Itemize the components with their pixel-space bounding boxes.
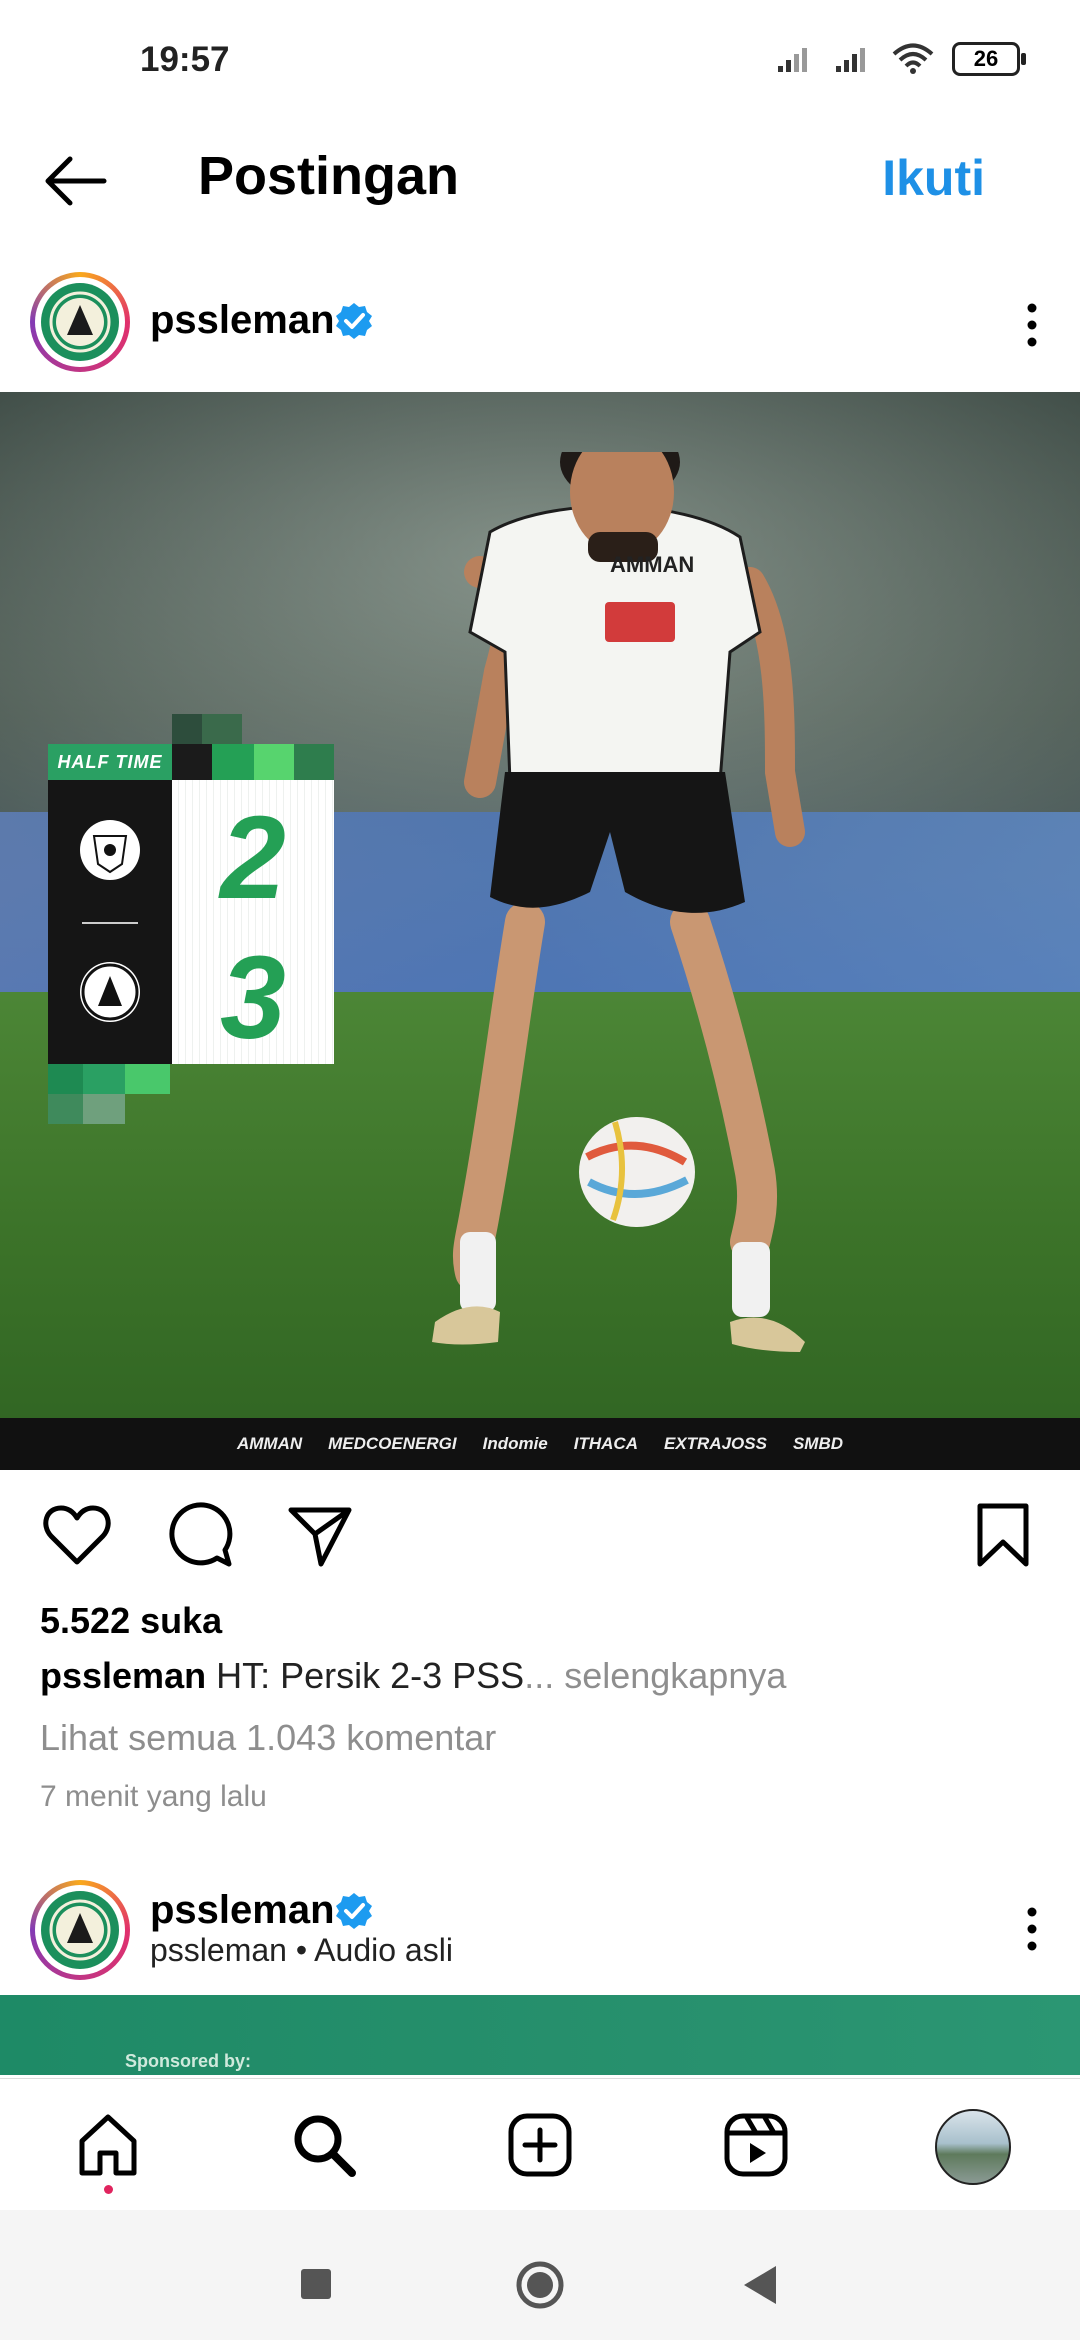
system-navigation xyxy=(0,2210,1080,2340)
post-timestamp: 7 menit yang lalu xyxy=(40,1780,267,1813)
divider xyxy=(82,922,138,924)
status-time: 19:57 xyxy=(140,40,230,79)
reels-icon[interactable] xyxy=(722,2111,790,2179)
bottom-navigation xyxy=(0,2078,1080,2209)
search-icon[interactable] xyxy=(290,2111,358,2179)
avatar[interactable] xyxy=(30,1880,130,1980)
post-header: pssleman xyxy=(0,262,1080,382)
decor-square xyxy=(48,1094,83,1124)
sponsor-logo: EXTRAJOSS xyxy=(663,1434,767,1453)
decor-square xyxy=(172,714,202,744)
sponsored-text: Sponsored by: xyxy=(125,2051,252,2071)
home-score: 2 xyxy=(220,792,286,924)
more-vertical-icon[interactable] xyxy=(1024,300,1040,350)
back-button-icon[interactable] xyxy=(742,2264,778,2306)
decor-square xyxy=(212,744,254,780)
post-caption[interactable]: pssleman HT: Persik 2-3 PSS... selengkap… xyxy=(40,1655,786,1697)
signal-icon-2 xyxy=(836,48,865,72)
player-figure: AMMAN xyxy=(432,452,805,1352)
halftime-scorecard: HALF TIME 2 3 xyxy=(48,744,334,1064)
post-image[interactable]: HALF TIME 2 3 AMMAN AMMAN MEDCOENERGI In… xyxy=(0,392,1080,1470)
decor-square xyxy=(172,744,212,780)
score-column: 2 3 xyxy=(172,780,334,1064)
away-score: 3 xyxy=(220,932,286,1064)
send-icon[interactable] xyxy=(285,1500,355,1570)
sponsor-bar: AMMAN MEDCOENERGI Indomie ITHACA EXTRAJO… xyxy=(0,1418,1080,1470)
sponsor-logo: AMMAN xyxy=(236,1434,303,1453)
battery-indicator: 26 xyxy=(952,42,1026,76)
decor-square xyxy=(125,1064,170,1094)
status-bar: 19:57 26 xyxy=(0,0,1080,125)
wifi-icon xyxy=(892,43,934,74)
halftime-label: HALF TIME xyxy=(48,744,172,780)
decor-square xyxy=(83,1064,125,1094)
post-actions xyxy=(0,1490,1080,1580)
audio-subtitle[interactable]: pssleman • Audio asli xyxy=(150,1932,453,1969)
decor-square xyxy=(83,1094,125,1124)
like-count[interactable]: 5.522 suka xyxy=(40,1600,222,1642)
view-comments-link[interactable]: Lihat semua 1.043 komentar xyxy=(40,1717,496,1759)
decor-square xyxy=(254,744,294,780)
signal-icon xyxy=(778,48,807,72)
verified-badge-icon xyxy=(336,1893,372,1929)
caption-username[interactable]: pssleman xyxy=(40,1655,206,1696)
sponsor-logo: SMBD xyxy=(792,1434,844,1453)
next-post-media[interactable]: Sponsored by: xyxy=(0,1995,1080,2075)
decor-square xyxy=(294,744,334,780)
comment-icon[interactable] xyxy=(165,1500,235,1570)
see-more-link[interactable]: ... selengkapnya xyxy=(524,1655,786,1696)
next-post-header: pssleman pssleman • Audio asli xyxy=(0,1870,1080,1990)
battery-level: 26 xyxy=(973,46,999,71)
follow-button[interactable]: Ikuti xyxy=(882,149,985,207)
sponsor-logo: MEDCOENERGI xyxy=(328,1434,457,1453)
pss-crest xyxy=(80,962,140,1022)
post-username[interactable]: pssleman xyxy=(150,298,335,343)
status-icons: 26 xyxy=(776,42,1026,76)
recent-apps-icon[interactable] xyxy=(300,2268,332,2300)
avatar[interactable] xyxy=(30,272,130,372)
notification-dot xyxy=(104,2185,113,2194)
heart-icon[interactable] xyxy=(42,1500,112,1570)
club-logo xyxy=(41,283,119,361)
top-bar: Postingan Ikuti xyxy=(0,125,1080,235)
svg-text:AMMAN: AMMAN xyxy=(610,552,694,577)
profile-avatar[interactable] xyxy=(935,2109,1011,2185)
caption-text: HT: Persik 2-3 PSS xyxy=(216,1655,525,1696)
football xyxy=(579,1117,695,1227)
persik-crest xyxy=(80,820,140,880)
arrow-left-icon[interactable] xyxy=(40,153,110,209)
verified-badge-icon xyxy=(336,303,372,339)
home-icon[interactable] xyxy=(74,2111,142,2179)
decor-square xyxy=(202,714,242,744)
bookmark-icon[interactable] xyxy=(968,1500,1038,1570)
page-title: Postingan xyxy=(198,146,460,206)
home-button-icon[interactable] xyxy=(515,2260,565,2310)
crest-column xyxy=(48,780,172,1064)
club-logo xyxy=(41,1891,119,1969)
sponsor-logo: Indomie xyxy=(482,1434,548,1453)
decor-square xyxy=(48,1064,83,1094)
plus-square-icon[interactable] xyxy=(506,2111,574,2179)
more-vertical-icon[interactable] xyxy=(1024,1904,1040,1954)
sponsor-logo: ITHACA xyxy=(573,1434,638,1453)
post-username[interactable]: pssleman xyxy=(150,1888,335,1933)
